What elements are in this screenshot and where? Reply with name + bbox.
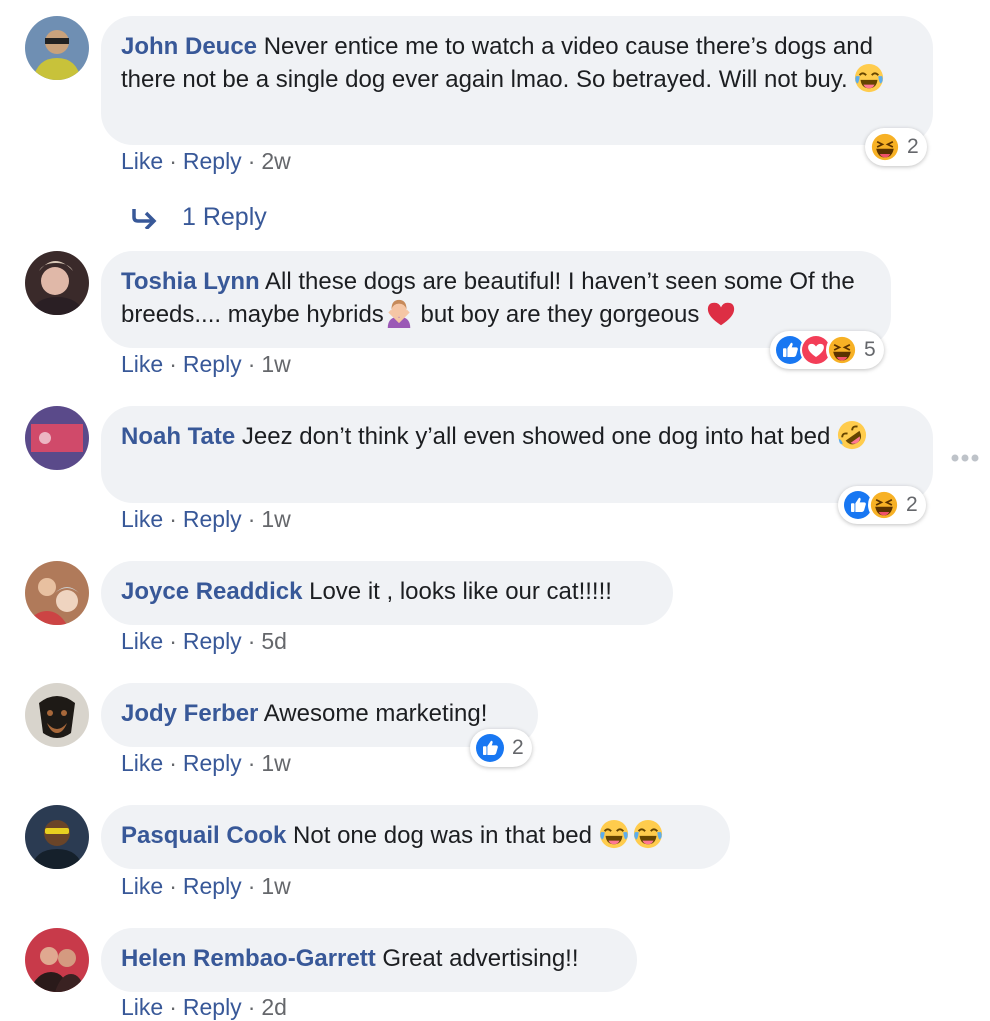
comment-author[interactable]: Joyce Readdick (121, 578, 302, 605)
avatar[interactable] (25, 928, 89, 992)
timestamp[interactable]: 1w (261, 750, 290, 776)
avatar[interactable] (25, 16, 89, 80)
comment-actions: Like · Reply · 1w (121, 873, 291, 900)
reply-link[interactable]: Reply (183, 750, 242, 776)
comment-author[interactable]: Noah Tate (121, 423, 235, 450)
red-heart-icon (706, 298, 736, 328)
reaction-count: 2 (906, 493, 918, 516)
more-options-icon[interactable] (950, 452, 980, 464)
reaction-count: 5 (864, 338, 876, 361)
reply-link[interactable]: Reply (183, 994, 242, 1020)
separator: · (169, 628, 177, 654)
comment-actions: Like · Reply · 2w (121, 148, 291, 175)
reaction-summary[interactable]: 2 (838, 486, 926, 524)
haha-reaction-icon (868, 489, 900, 521)
avatar[interactable] (25, 251, 89, 315)
comment-bubble: John Deuce Never entice me to watch a vi… (101, 16, 933, 145)
reply-link[interactable]: Reply (183, 873, 242, 899)
separator: · (169, 148, 177, 174)
separator: · (247, 506, 256, 532)
comment-actions: Like · Reply · 1w (121, 351, 291, 378)
reaction-summary[interactable]: 2 (470, 729, 532, 767)
comment-text: Awesome marketing! (263, 700, 488, 727)
comment-author[interactable]: Toshia Lynn (121, 268, 260, 295)
reply-link[interactable]: Reply (183, 351, 242, 377)
reply-link[interactable]: Reply (183, 628, 242, 654)
comment-actions: Like · Reply · 5d (121, 628, 287, 655)
comment-bubble: Joyce Readdick Love it , looks like our … (101, 561, 673, 625)
comment-actions: Like · Reply · 1w (121, 506, 291, 533)
person-gesturing-no-icon (384, 298, 414, 328)
like-reaction-icon (474, 732, 506, 764)
reply-link[interactable]: Reply (183, 506, 242, 532)
separator: · (169, 994, 177, 1020)
like-link[interactable]: Like (121, 873, 163, 899)
separator: · (247, 873, 256, 899)
comment-author[interactable]: Jody Ferber (121, 700, 258, 727)
comment-text: Love it , looks like our cat!!!!! (309, 578, 612, 605)
separator: · (247, 750, 256, 776)
separator: · (247, 351, 256, 377)
timestamp[interactable]: 5d (261, 628, 287, 654)
avatar[interactable] (25, 561, 89, 625)
comment-bubble: Noah Tate Jeez don’t think y’all even sh… (101, 406, 933, 503)
reaction-count: 2 (907, 135, 919, 158)
like-link[interactable]: Like (121, 148, 163, 174)
reaction-count: 2 (512, 736, 524, 759)
like-link[interactable]: Like (121, 351, 163, 377)
reaction-summary[interactable]: 5 (770, 331, 884, 369)
haha-reaction-icon (869, 131, 901, 163)
haha-reaction-icon (826, 334, 858, 366)
tears-of-joy-icon (633, 819, 663, 849)
separator: · (247, 994, 256, 1020)
reaction-summary[interactable]: 2 (865, 128, 927, 166)
comment-bubble: Pasquail Cook Not one dog was in that be… (101, 805, 730, 869)
separator: · (169, 873, 177, 899)
comment-author[interactable]: John Deuce (121, 33, 257, 60)
reply-link[interactable]: Reply (183, 148, 242, 174)
separator: · (247, 148, 256, 174)
timestamp[interactable]: 1w (261, 506, 290, 532)
separator: · (169, 351, 177, 377)
like-link[interactable]: Like (121, 994, 163, 1020)
avatar[interactable] (25, 406, 89, 470)
like-link[interactable]: Like (121, 628, 163, 654)
timestamp[interactable]: 1w (261, 873, 290, 899)
comment-author[interactable]: Pasquail Cook (121, 822, 286, 849)
separator: · (247, 628, 256, 654)
separator: · (169, 506, 177, 532)
timestamp[interactable]: 2w (261, 148, 290, 174)
view-replies-link[interactable]: 1 Reply (132, 203, 267, 232)
separator: · (169, 750, 177, 776)
comment-text: Not one dog was in that bed (293, 822, 592, 849)
timestamp[interactable]: 1w (261, 351, 290, 377)
like-link[interactable]: Like (121, 750, 163, 776)
reply-count-label: 1 Reply (182, 203, 267, 231)
comment-bubble: Helen Rembao-Garrett Great advertising!! (101, 928, 637, 992)
comment-text-continued: but boy are they gorgeous (413, 301, 706, 328)
comment-bubble: Toshia Lynn All these dogs are beautiful… (101, 251, 891, 348)
rolling-on-floor-laughing-icon (837, 420, 867, 450)
comment-text: Jeez don’t think y’all even showed one d… (241, 423, 831, 450)
tears-of-joy-icon (599, 819, 629, 849)
tears-of-joy-icon (854, 63, 884, 93)
comment-text: Great advertising!! (382, 945, 579, 972)
reply-arrow-icon (132, 208, 157, 229)
timestamp[interactable]: 2d (261, 994, 287, 1020)
like-link[interactable]: Like (121, 506, 163, 532)
avatar[interactable] (25, 683, 89, 747)
comment-author[interactable]: Helen Rembao-Garrett (121, 945, 376, 972)
avatar[interactable] (25, 805, 89, 869)
comment-actions: Like · Reply · 1w (121, 750, 291, 777)
